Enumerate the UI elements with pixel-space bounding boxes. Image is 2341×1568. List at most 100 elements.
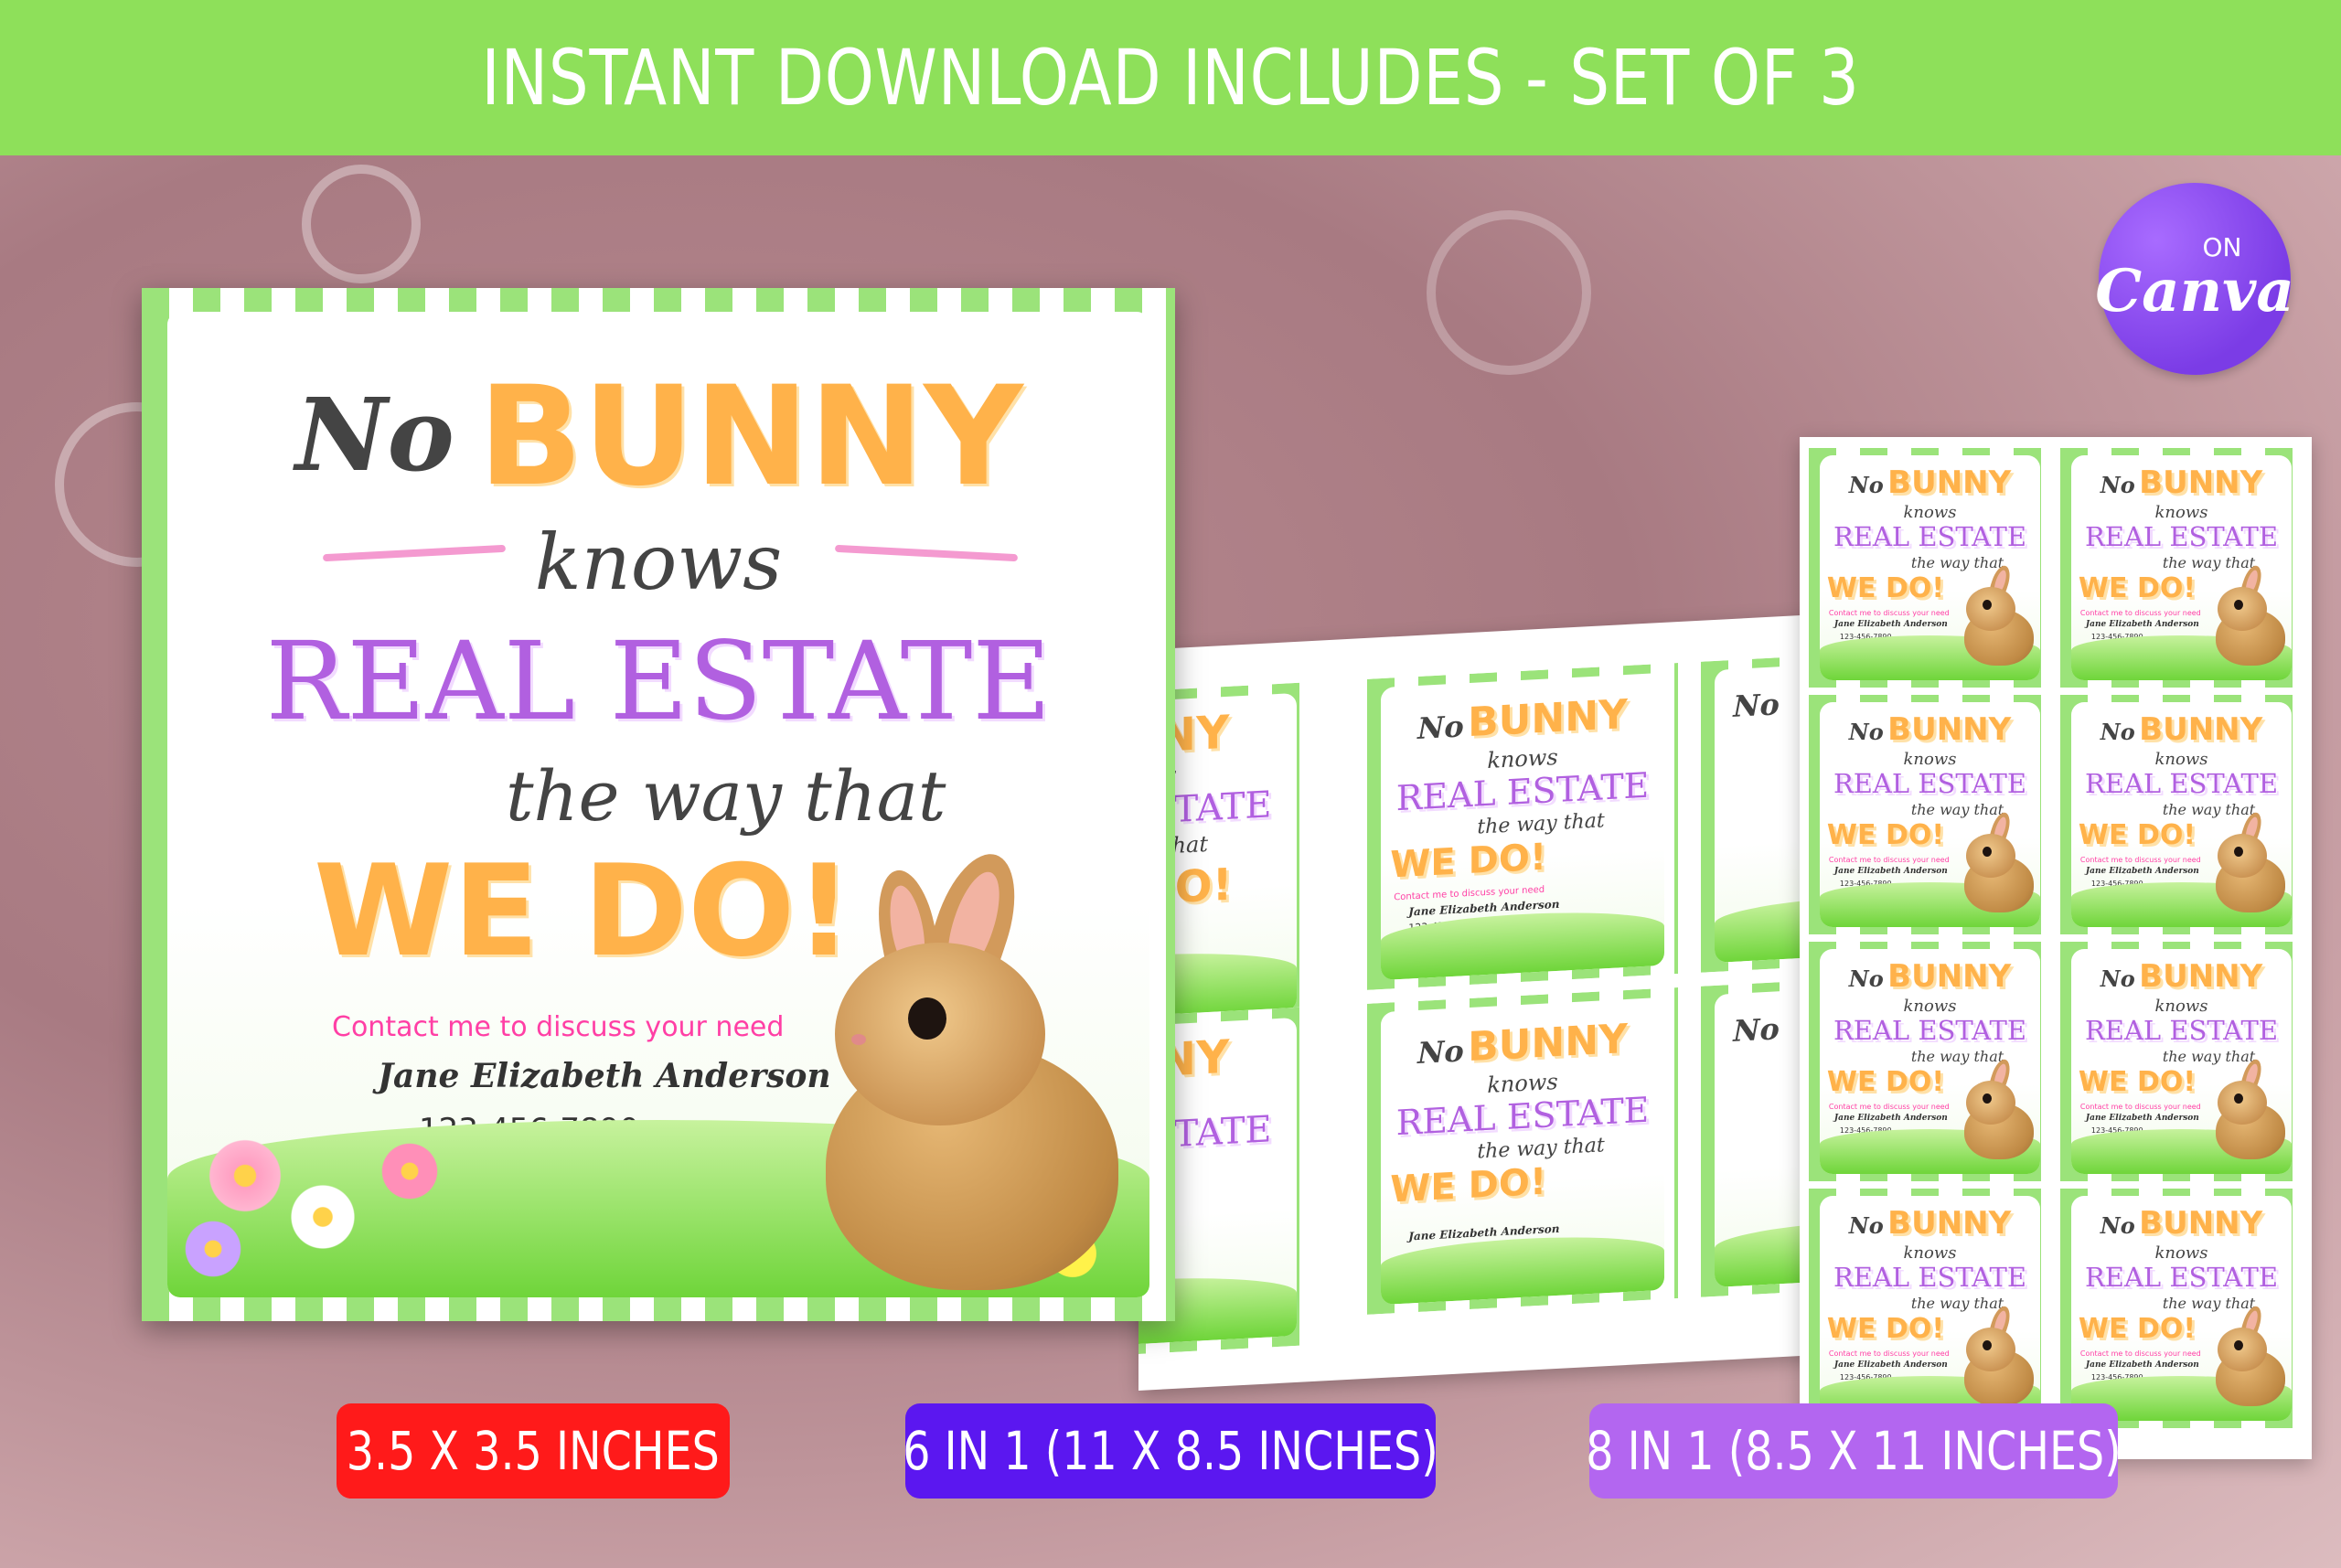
card-bunny-word: BUNNY <box>2139 1204 2263 1242</box>
card-contact: Contact me to discuss your need <box>2079 1102 2201 1111</box>
main-knows: knows <box>534 517 783 607</box>
card-contact: Contact me to discuss your need <box>1828 1102 1950 1111</box>
product-preview: INSTANT DOWNLOAD INCLUDES - SET OF 3 ON … <box>0 0 2341 1568</box>
card-bunny-word: BUNNY <box>1887 464 2012 501</box>
card-name: Jane Elizabeth Anderson <box>2085 619 2199 629</box>
flower-decor <box>181 1217 245 1281</box>
sheet6-card-5: No BUNNY knows REAL ESTATE the way that … <box>1367 987 1678 1315</box>
card-we-do: WE DO! <box>1390 1160 1547 1211</box>
main-no: No <box>295 376 454 494</box>
card-bunny-word: BUNNY <box>1468 1016 1628 1072</box>
size-label-eight: 8 IN 1 (8.5 X 11 INCHES) <box>1586 1403 2122 1499</box>
bunny-illustration <box>1957 810 2039 912</box>
card-we-do: WE DO! <box>1826 818 1945 851</box>
size-label-six: 6 IN 1 (11 X 8.5 INCHES) <box>903 1403 1438 1499</box>
card-bunny-word: BUNNY <box>1468 691 1628 747</box>
card-we-do: WE DO! <box>1390 836 1547 887</box>
card-contact: Contact me to discuss your need <box>1828 1349 1950 1358</box>
card-name: Jane Elizabeth Anderson <box>1833 866 1948 876</box>
flower-decor <box>204 1135 286 1217</box>
card-name: Jane Elizabeth Anderson <box>1833 619 1948 629</box>
main-bunny-word: BUNNY <box>478 357 1023 517</box>
card-knows: knows <box>1903 502 1957 522</box>
card-bunny-word: BUNNY <box>1887 957 2012 995</box>
size-label-single: 3.5 X 3.5 INCHES <box>337 1403 730 1499</box>
card-no: No <box>2100 965 2135 992</box>
card-no: No <box>1848 1211 1884 1239</box>
card-knows: knows <box>2154 996 2208 1016</box>
badge-brand-text: Canva <box>2095 257 2294 325</box>
card-no: No <box>1848 471 1884 498</box>
bunny-illustration <box>2208 1304 2291 1406</box>
card-knows: knows <box>2154 502 2208 522</box>
main-name: Jane Elizabeth Anderson <box>378 1057 831 1095</box>
size-label-text: 3.5 X 3.5 INCHES <box>346 1420 721 1482</box>
flower-decor <box>378 1139 442 1203</box>
eight-in-one-sheet: No BUNNY knows REAL ESTATE the way that WE D… <box>1800 437 2312 1459</box>
card-real-estate: REAL ESTATE <box>2084 520 2279 552</box>
card-name: Jane Elizabeth Anderson <box>1833 1113 1948 1123</box>
bunny-illustration <box>2208 810 2291 912</box>
card-no: No <box>1848 718 1884 745</box>
card-name: Jane Elizabeth Anderson <box>2085 866 2199 876</box>
card-bunny-word: BUNNY <box>2139 710 2263 748</box>
six-in-one-sheet: BUNNY knows REAL ESTATE the way that WE … <box>1138 612 1870 1391</box>
flower-decor <box>286 1180 359 1253</box>
card-no: No <box>2100 471 2135 498</box>
size-label-text: 6 IN 1 (11 X 8.5 INCHES) <box>903 1420 1438 1482</box>
card-we-do: WE DO! <box>2078 1065 2197 1098</box>
bunny-illustration <box>2208 563 2291 666</box>
card-no: No <box>2100 1211 2135 1239</box>
card-we-do: WE DO! <box>1826 1065 1945 1098</box>
card-we-do: WE DO! <box>2078 1312 2197 1345</box>
main-we-do: WE DO! <box>314 837 853 985</box>
card-no: No <box>1733 687 1780 725</box>
sheet8-card: No BUNNY knows REAL ESTATE the way that WE D… <box>2060 1189 2303 1428</box>
sheet8-card: No BUNNY knows REAL ESTATE the way that WE D… <box>2060 448 2303 688</box>
bunny-illustration <box>2208 1057 2291 1159</box>
card-real-estate: REAL ESTATE <box>2084 1014 2279 1046</box>
bunny-illustration <box>798 843 1146 1290</box>
main-gift-tag: No BUNNY knows REAL ESTATE the way that … <box>142 288 1175 1321</box>
card-contact: Contact me to discuss your need <box>2079 855 2201 864</box>
sheet8-card: No BUNNY knows REAL ESTATE the way that WE D… <box>1809 448 2051 688</box>
card-we-do: WE DO! <box>2078 571 2197 604</box>
main-contact: Contact me to discuss your need <box>332 1011 785 1043</box>
sheet8-card: No BUNNY knows REAL ESTATE the way that WE D… <box>1809 942 2051 1181</box>
heart-outline-decor <box>302 165 421 283</box>
bunny-illustration <box>1957 1304 2039 1406</box>
card-knows: knows <box>1903 996 1957 1016</box>
card-knows: knows <box>1903 749 1957 769</box>
canva-badge: ON Canva <box>2095 183 2294 375</box>
card-no: No <box>1417 1033 1464 1072</box>
card-bunny-word: BUNNY <box>1887 710 2012 748</box>
card-contact: Contact me to discuss your need <box>2079 1349 2201 1358</box>
card-real-estate: REAL ESTATE <box>1833 1014 2027 1046</box>
heart-outline-decor <box>1427 210 1591 375</box>
card-no: No <box>2100 718 2135 745</box>
banner-title: INSTANT DOWNLOAD INCLUDES - SET OF 3 <box>481 33 1860 123</box>
bunny-illustration <box>1957 563 2039 666</box>
sheet6-card-2: No BUNNY knows REAL ESTATE the way that … <box>1367 663 1678 990</box>
main-real-estate: REAL ESTATE <box>265 618 1052 744</box>
card-real-estate: REAL ESTATE <box>1833 767 2027 799</box>
card-we-do: WE DO! <box>1826 1312 1945 1345</box>
sheet8-card: No BUNNY knows REAL ESTATE the way that WE D… <box>1809 695 2051 934</box>
card-bunny-word: BUNNY <box>2139 957 2263 995</box>
card-name: Jane Elizabeth Anderson <box>1833 1360 1948 1370</box>
header-banner: INSTANT DOWNLOAD INCLUDES - SET OF 3 <box>0 0 2341 155</box>
card-real-estate: REAL ESTATE <box>2084 1261 2279 1293</box>
card-bunny-word: BUNNY <box>2139 464 2263 501</box>
size-label-text: 8 IN 1 (8.5 X 11 INCHES) <box>1586 1420 2122 1482</box>
card-contact: Contact me to discuss your need <box>1828 608 1950 617</box>
card-name: Jane Elizabeth Anderson <box>2085 1360 2199 1370</box>
sheet8-card: No BUNNY knows REAL ESTATE the way that WE D… <box>1809 1189 2051 1428</box>
card-no: No <box>1417 709 1464 747</box>
card-contact: Contact me to discuss your need <box>2079 608 2201 617</box>
main-the-way-that: the way that <box>506 755 946 837</box>
card-real-estate: REAL ESTATE <box>2084 767 2279 799</box>
card-no: No <box>1733 1011 1780 1050</box>
card-knows: knows <box>2154 1243 2208 1263</box>
card-knows: knows <box>2154 749 2208 769</box>
sheet8-card: No BUNNY knows REAL ESTATE the way that WE D… <box>2060 695 2303 934</box>
